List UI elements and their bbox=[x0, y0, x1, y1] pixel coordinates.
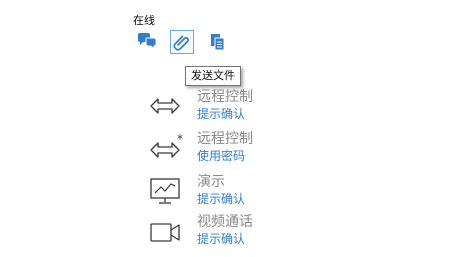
svg-text:*: * bbox=[177, 132, 183, 146]
send-file-tooltip: 发送文件 bbox=[185, 66, 241, 86]
remote-control-password-icon: * bbox=[150, 132, 183, 158]
action-subtitle[interactable]: 使用密码 bbox=[197, 149, 245, 164]
presentation-item[interactable]: 演示 提示确认 bbox=[145, 173, 295, 213]
copy-icon bbox=[211, 34, 225, 51]
send-file-button[interactable] bbox=[170, 30, 194, 54]
status-label: 在线 bbox=[133, 14, 155, 27]
action-title: 远程控制 bbox=[197, 89, 253, 105]
action-subtitle[interactable]: 提示确认 bbox=[197, 232, 245, 247]
chat-icon bbox=[138, 33, 157, 51]
paperclip-icon bbox=[173, 35, 190, 51]
action-title: 视频通话 bbox=[197, 214, 253, 230]
chat-button[interactable] bbox=[135, 30, 159, 54]
remote-control-arrows-icon bbox=[150, 98, 180, 114]
copy-button[interactable] bbox=[206, 30, 230, 54]
action-subtitle[interactable]: 提示确认 bbox=[197, 192, 245, 207]
video-camera-icon bbox=[150, 223, 180, 242]
action-title: 远程控制 bbox=[197, 131, 253, 147]
video-call-item[interactable]: 视频通话 提示确认 bbox=[145, 213, 295, 253]
monitor-chart-icon bbox=[150, 178, 180, 204]
remote-control-password-item[interactable]: * 远程控制 使用密码 bbox=[145, 130, 295, 170]
action-subtitle[interactable]: 提示确认 bbox=[197, 107, 245, 122]
remote-control-confirm-item[interactable]: 远程控制 提示确认 bbox=[145, 88, 295, 128]
action-title: 演示 bbox=[197, 174, 225, 190]
